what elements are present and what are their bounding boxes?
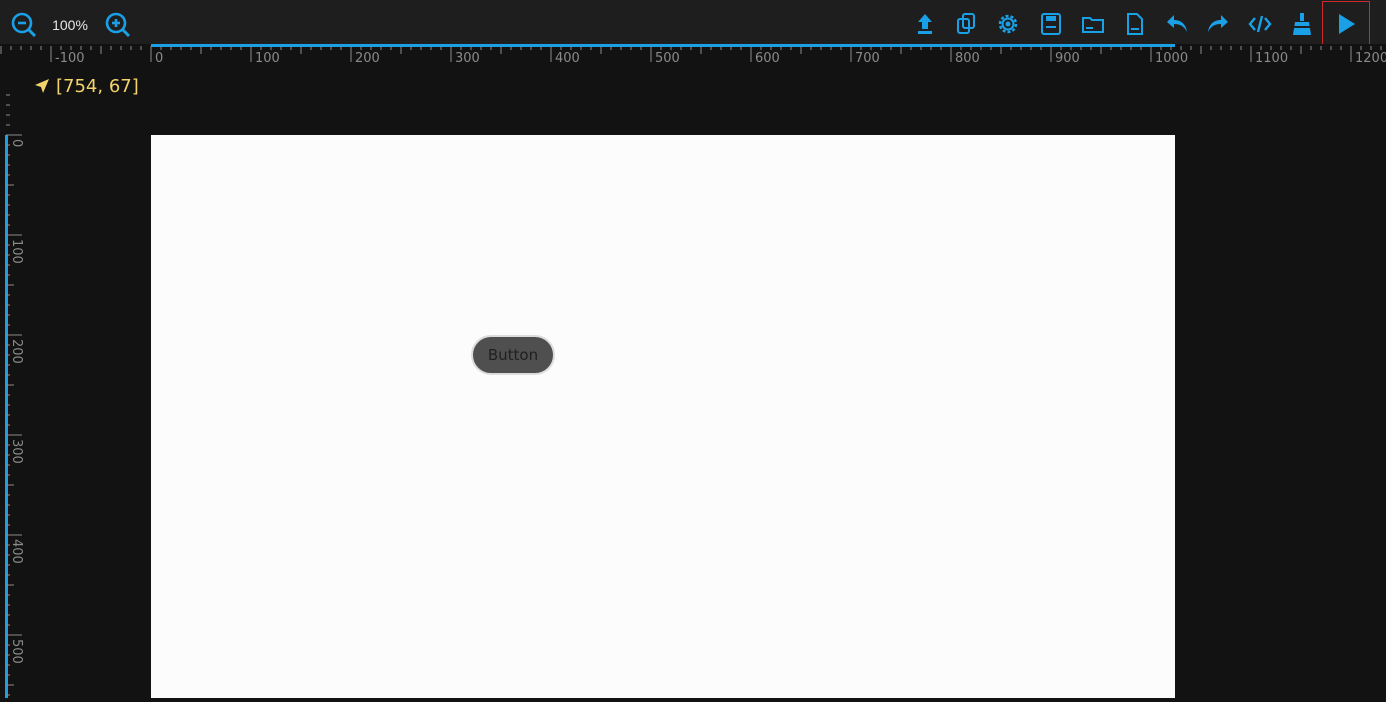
ruler-label: 500: [9, 639, 24, 664]
ruler-label: 100: [9, 239, 24, 264]
settings-button[interactable]: [991, 7, 1025, 41]
redo-button[interactable]: [1201, 7, 1235, 41]
ruler-label: 200: [355, 51, 380, 66]
upload-button[interactable]: [908, 7, 942, 41]
ruler-label: 400: [9, 539, 24, 564]
save-icon: [1041, 13, 1061, 35]
code-button[interactable]: [1243, 7, 1277, 41]
upload-icon: [918, 14, 932, 34]
undo-icon: [1167, 15, 1187, 32]
redo-icon: [1208, 15, 1228, 32]
zoom-out-icon[interactable]: [9, 10, 39, 40]
ruler-label: 800: [955, 51, 980, 66]
canvas-button[interactable]: Button: [471, 335, 555, 375]
new-file-button[interactable]: [1118, 7, 1152, 41]
ruler-label: 1100: [1255, 51, 1288, 66]
ruler-label: 700: [855, 51, 880, 66]
open-folder-icon: [1082, 17, 1104, 33]
ruler-label: 900: [1055, 51, 1080, 66]
coordinates-readout: [754, 67]: [56, 75, 139, 97]
cursor-coordinates: [754, 67]: [34, 74, 139, 98]
clean-icon: [1292, 13, 1312, 35]
ruler-canvas-span: [5, 135, 8, 698]
open-folder-button[interactable]: [1076, 7, 1110, 41]
code-icon: [1248, 15, 1272, 33]
undo-button[interactable]: [1160, 7, 1194, 41]
ruler-label: -100: [55, 51, 85, 66]
clean-button[interactable]: [1285, 7, 1319, 41]
save-button[interactable]: [1034, 7, 1068, 41]
run-icon: [1339, 13, 1355, 34]
zoom-level: 100%: [52, 17, 88, 33]
toolbar: 100%: [0, 0, 1386, 46]
ruler-label: 600: [755, 51, 780, 66]
ruler-label: 200: [9, 339, 24, 364]
ruler-label: 1200: [1355, 51, 1386, 66]
navigation-arrow-icon: [35, 79, 49, 93]
vertical-ruler: 0 100 200 300 400 500: [0, 90, 28, 698]
horizontal-ruler: -100 0 100 200 300 400 500 600 700 800 900 1000 1100…: [0, 44, 1386, 90]
ruler-label: 0: [155, 51, 163, 66]
duplicate-button[interactable]: [949, 7, 983, 41]
ruler-label: 300: [9, 439, 24, 464]
zoom-in-icon[interactable]: [103, 10, 133, 40]
design-canvas[interactable]: Button: [151, 135, 1175, 698]
ruler-label: 500: [655, 51, 680, 66]
duplicate-icon: [957, 13, 975, 34]
ruler-label: 100: [255, 51, 280, 66]
ruler-label: 300: [455, 51, 480, 66]
settings-icon: [998, 14, 1018, 34]
new-file-icon: [1127, 13, 1143, 35]
ruler-label: 1000: [1155, 51, 1188, 66]
ruler-label: 0: [9, 139, 24, 147]
run-button[interactable]: [1322, 1, 1370, 46]
ruler-label: 400: [555, 51, 580, 66]
